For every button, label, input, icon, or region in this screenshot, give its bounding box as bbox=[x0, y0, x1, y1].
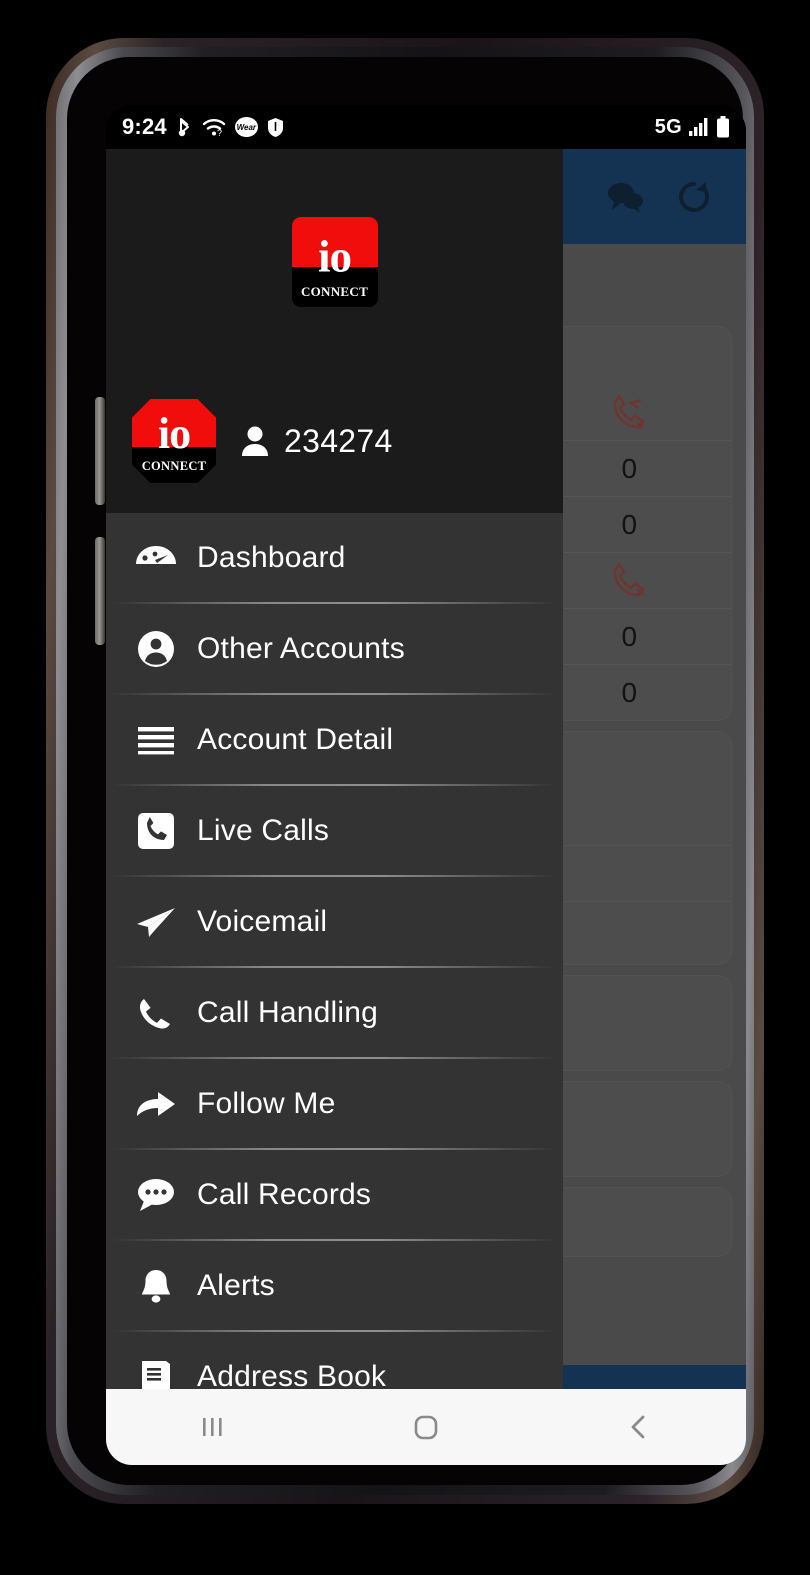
list-bars-icon bbox=[130, 725, 182, 755]
sidebar-item-label: Voicemail bbox=[197, 904, 328, 938]
recents-icon[interactable] bbox=[196, 1410, 230, 1444]
android-nav-bar bbox=[106, 1389, 746, 1465]
screenshot-stage: 3407794 bbox=[0, 0, 810, 1575]
sidebar-item-live-calls[interactable]: Live Calls bbox=[106, 786, 563, 875]
logo-io-text: io bbox=[157, 409, 191, 459]
volume-up-button[interactable] bbox=[95, 397, 105, 505]
tachometer-icon bbox=[130, 543, 182, 573]
sidebar-item-alerts[interactable]: Alerts bbox=[106, 1241, 563, 1330]
svg-text:?: ? bbox=[217, 128, 222, 137]
home-icon[interactable] bbox=[409, 1410, 443, 1444]
app-logo: io CONNECT bbox=[291, 217, 378, 307]
navigation-drawer: io CONNECT io CONNECT 234274 Dashboard O… bbox=[106, 149, 563, 1465]
sidebar-item-voicemail[interactable]: Voicemail bbox=[106, 877, 563, 966]
account-avatar-logo: io CONNECT bbox=[132, 399, 216, 483]
account-user: 234274 bbox=[240, 423, 393, 460]
paper-plane-icon bbox=[130, 906, 182, 938]
logo-connect-text: CONNECT bbox=[141, 459, 207, 473]
sidebar-item-other-accounts[interactable]: Other Accounts bbox=[106, 604, 563, 693]
sidebar-item-label: Call Records bbox=[197, 1177, 372, 1211]
sidebar-item-call-handling[interactable]: Call Handling bbox=[106, 968, 563, 1057]
share-arrow-icon bbox=[130, 1089, 182, 1119]
network-type: 5G bbox=[654, 115, 682, 138]
status-bar: 9:24 ? Wear 5G bbox=[106, 105, 746, 149]
account-number: 234274 bbox=[284, 422, 393, 459]
sidebar-item-account-detail[interactable]: Account Detail bbox=[106, 695, 563, 784]
phone-square-icon bbox=[130, 812, 182, 849]
phone-frame-inner: 3407794 bbox=[67, 57, 746, 1485]
phone-frame-outer: 3407794 bbox=[46, 38, 764, 1504]
status-bar-right: 5G bbox=[655, 116, 730, 139]
comment-dots-icon bbox=[130, 1178, 182, 1212]
shield-icon bbox=[267, 117, 284, 138]
user-circle-icon bbox=[130, 630, 182, 668]
back-icon[interactable] bbox=[622, 1410, 656, 1444]
phone-frame-metal: 3407794 bbox=[56, 47, 754, 1495]
sidebar-item-label: Dashboard bbox=[197, 540, 346, 574]
drawer-header: io CONNECT io CONNECT 234274 bbox=[106, 149, 563, 513]
wifi-icon: ? bbox=[202, 117, 226, 137]
sidebar-item-label: Live Calls bbox=[197, 813, 330, 847]
logo-io-text: io bbox=[317, 231, 352, 282]
sidebar-item-dashboard[interactable]: Dashboard bbox=[106, 513, 563, 602]
sidebar-item-follow-me[interactable]: Follow Me bbox=[106, 1059, 563, 1148]
signal-icon bbox=[688, 117, 710, 137]
sidebar-item-label: Account Detail bbox=[197, 722, 394, 756]
bell-icon bbox=[130, 1267, 182, 1305]
volume-down-button[interactable] bbox=[95, 537, 105, 645]
sidebar-item-call-records[interactable]: Call Records bbox=[106, 1150, 563, 1239]
drawer-menu: Dashboard Other Accounts Account Detail … bbox=[106, 513, 563, 1423]
status-bar-left: 9:24 ? Wear bbox=[122, 114, 284, 140]
bluetooth-icon bbox=[176, 116, 193, 138]
sidebar-item-label: Follow Me bbox=[197, 1086, 336, 1120]
phone-screen: 3407794 bbox=[106, 105, 746, 1465]
account-row[interactable]: io CONNECT 234274 bbox=[132, 399, 393, 483]
status-time: 9:24 bbox=[122, 114, 167, 139]
wear-badge-icon: Wear bbox=[234, 117, 258, 137]
battery-icon bbox=[716, 116, 730, 138]
logo-connect-text: CONNECT bbox=[300, 284, 369, 299]
person-icon bbox=[240, 425, 270, 457]
sidebar-item-label: Call Handling bbox=[197, 995, 379, 1029]
phone-icon bbox=[130, 994, 182, 1032]
sidebar-item-label: Alerts bbox=[197, 1268, 275, 1302]
sidebar-item-label: Other Accounts bbox=[197, 631, 405, 665]
